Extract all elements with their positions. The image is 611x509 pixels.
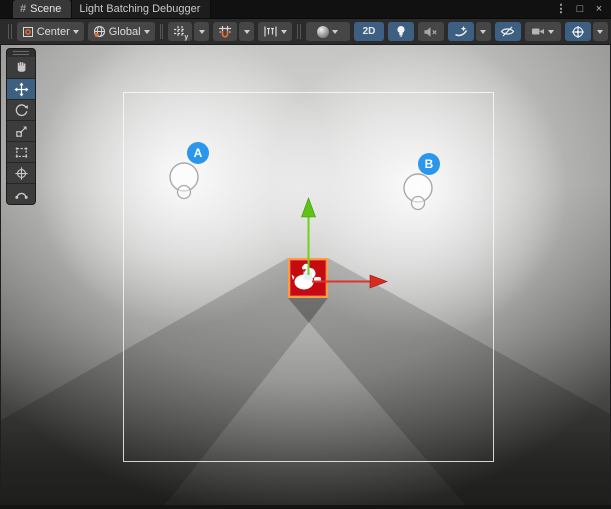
rect-tool-icon <box>14 145 29 160</box>
dropdown-caret-icon <box>548 30 554 34</box>
pivot-mode-dropdown[interactable]: Center <box>17 22 84 41</box>
snap-increment-dropdown[interactable] <box>258 22 292 41</box>
gizmos-caret[interactable] <box>593 22 608 41</box>
tool-palette-drag-handle[interactable] <box>7 49 35 57</box>
grid-visibility-button[interactable]: y <box>168 22 192 41</box>
effects-caret[interactable] <box>476 22 491 41</box>
tab-scene[interactable]: # Scene <box>13 0 72 18</box>
camera-icon <box>531 26 545 37</box>
handle-space-label: Global <box>109 26 141 38</box>
light-bulb-icon <box>395 25 407 38</box>
hand-tool-icon <box>14 60 29 75</box>
view-2d-label: 2D <box>363 26 376 37</box>
tool-custom[interactable] <box>7 183 35 204</box>
tab-bar: # Scene Light Batching Debugger ⋮ □ × <box>0 0 611 19</box>
rotate-tool-icon <box>14 103 29 118</box>
tab-scene-label: Scene <box>30 3 61 15</box>
dropdown-caret-icon <box>144 30 150 34</box>
dropdown-caret-icon <box>597 30 603 34</box>
light-a[interactable] <box>166 159 202 205</box>
maximize-icon[interactable]: □ <box>574 4 586 15</box>
dropdown-caret-icon <box>281 30 287 34</box>
window-menu-icon[interactable]: ⋮ <box>555 4 567 15</box>
grid-snap-caret[interactable] <box>239 22 254 41</box>
tool-transform[interactable] <box>7 162 35 183</box>
move-tool-icon <box>14 82 29 97</box>
duck-sprite-icon <box>290 260 326 296</box>
scene-grid-icon: # <box>20 3 26 15</box>
eye-slash-icon <box>500 25 515 38</box>
light-b[interactable] <box>400 170 436 216</box>
tool-palette <box>6 48 36 205</box>
dropdown-caret-icon <box>480 30 486 34</box>
scene-lighting-toggle[interactable] <box>388 22 414 41</box>
tool-move[interactable] <box>7 78 35 99</box>
close-icon[interactable]: × <box>593 4 605 15</box>
visibility-toggle[interactable] <box>495 22 521 41</box>
pivot-icon <box>22 26 34 38</box>
light-b-label: B <box>425 157 434 171</box>
unity-scene-window: # Scene Light Batching Debugger ⋮ □ × Ce… <box>0 0 611 509</box>
effects-toggle[interactable] <box>448 22 474 41</box>
window-controls: ⋮ □ × <box>555 0 611 18</box>
snap-increment-icon <box>263 25 278 38</box>
dropdown-caret-icon <box>73 30 79 34</box>
audio-mute-toggle[interactable] <box>418 22 444 41</box>
tool-rotate[interactable] <box>7 99 35 120</box>
grid-visibility-caret[interactable] <box>194 22 209 41</box>
grid-snap-button[interactable] <box>213 22 237 41</box>
light-a-badge[interactable]: A <box>187 142 209 164</box>
shading-mode-dropdown[interactable] <box>306 22 350 41</box>
scale-tool-icon <box>14 124 29 139</box>
tool-scale[interactable] <box>7 120 35 141</box>
tool-rect[interactable] <box>7 141 35 162</box>
window-bottom-edge <box>0 505 611 509</box>
toolbar-drag-handle[interactable] <box>160 24 164 39</box>
handle-space-dropdown[interactable]: Global <box>88 22 155 41</box>
light-b-badge[interactable]: B <box>418 153 440 175</box>
scene-toolbar: Center Global y <box>0 19 611 45</box>
gizmos-toggle[interactable] <box>565 22 591 41</box>
sprite-object[interactable] <box>288 258 328 298</box>
tab-light-batching-debugger[interactable]: Light Batching Debugger <box>72 0 211 18</box>
pivot-mode-label: Center <box>37 26 70 38</box>
grid-snap-magnet-icon <box>218 25 232 39</box>
dropdown-caret-icon <box>244 30 250 34</box>
shading-sphere-icon <box>317 26 329 38</box>
transform-tool-icon <box>14 166 29 181</box>
gizmos-axis-icon <box>571 25 585 39</box>
tab-debugger-label: Light Batching Debugger <box>79 3 200 15</box>
custom-tools-icon <box>14 187 29 202</box>
dropdown-caret-icon <box>199 30 205 34</box>
camera-preview-dropdown[interactable] <box>525 22 561 41</box>
toolbar-drag-handle[interactable] <box>8 24 12 39</box>
scene-viewport[interactable]: A B <box>0 45 611 505</box>
grid-axis-label: y <box>184 34 188 41</box>
globe-icon <box>93 25 106 38</box>
toolbar-drag-handle[interactable] <box>297 24 301 39</box>
tool-hand[interactable] <box>7 57 35 78</box>
view-2d-toggle[interactable]: 2D <box>354 22 384 41</box>
audio-mute-icon <box>423 26 438 38</box>
effects-icon <box>454 25 468 38</box>
dropdown-caret-icon <box>332 30 338 34</box>
light-a-label: A <box>194 146 203 160</box>
